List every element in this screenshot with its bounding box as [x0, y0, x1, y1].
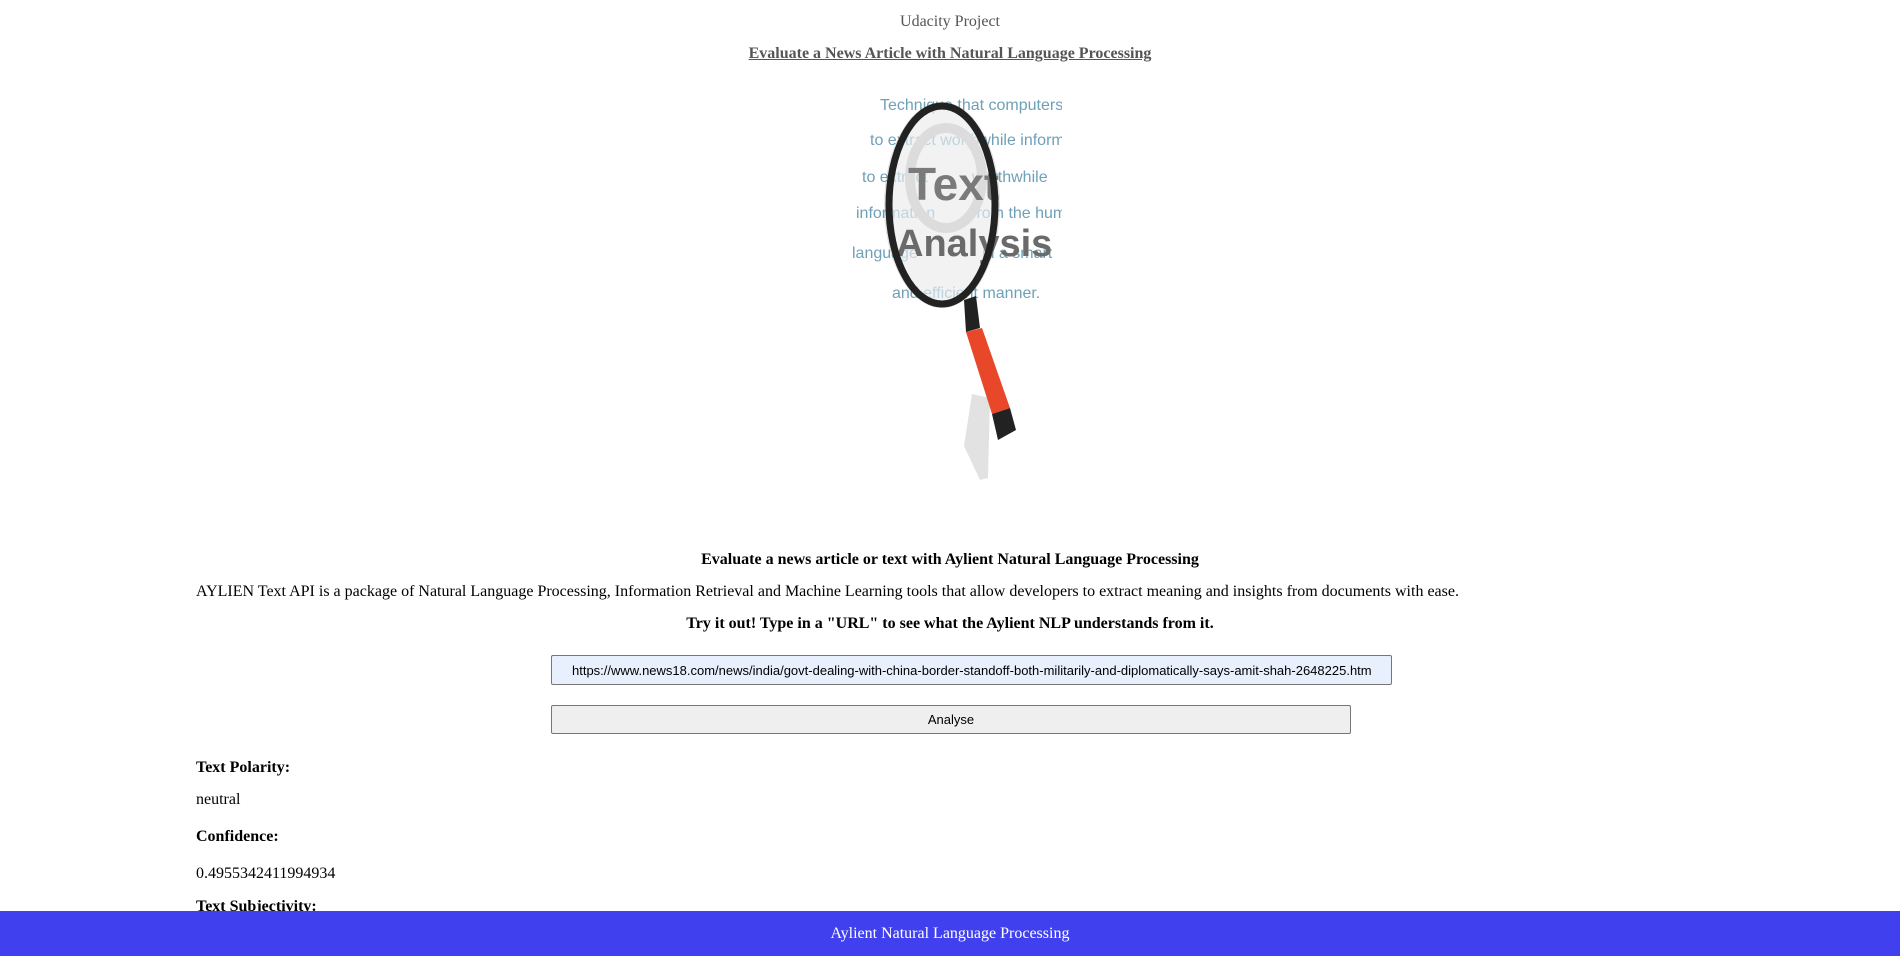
- polarity-value: neutral: [196, 791, 241, 808]
- lens-text-word: Text: [908, 158, 999, 210]
- footer-text: Aylient Natural Language Processing: [830, 925, 1070, 942]
- word-line-1: Technique that computers use: [880, 97, 1062, 114]
- footer: Aylient Natural Language Processing: [0, 911, 1900, 956]
- url-input[interactable]: [551, 655, 1392, 685]
- page: Udacity Project Evaluate a News Article …: [0, 0, 1900, 956]
- polarity-label: Text Polarity:: [196, 759, 291, 776]
- analyse-button[interactable]: Analyse: [551, 705, 1351, 734]
- section-title: Evaluate a news article or text with Ayl…: [701, 551, 1199, 568]
- try-it-prompt: Try it out! Type in a "URL" to see what …: [686, 615, 1214, 632]
- api-description: AYLIEN Text API is a package of Natural …: [196, 583, 1459, 600]
- site-title: Udacity Project: [900, 13, 1000, 30]
- handle-shadow: [964, 394, 990, 480]
- text-analysis-illustration: Technique that computers use to extract …: [842, 78, 1099, 482]
- magnifier-icon: Technique that computers use to extract …: [852, 97, 1099, 480]
- header: Udacity Project Evaluate a News Article …: [0, 0, 1900, 65]
- lens-analysis-word: Analysis: [896, 223, 1052, 265]
- confidence-value: 0.4955342411994934: [196, 865, 336, 882]
- page-heading: Evaluate a News Article with Natural Lan…: [748, 45, 1152, 62]
- confidence-label: Confidence:: [196, 828, 279, 845]
